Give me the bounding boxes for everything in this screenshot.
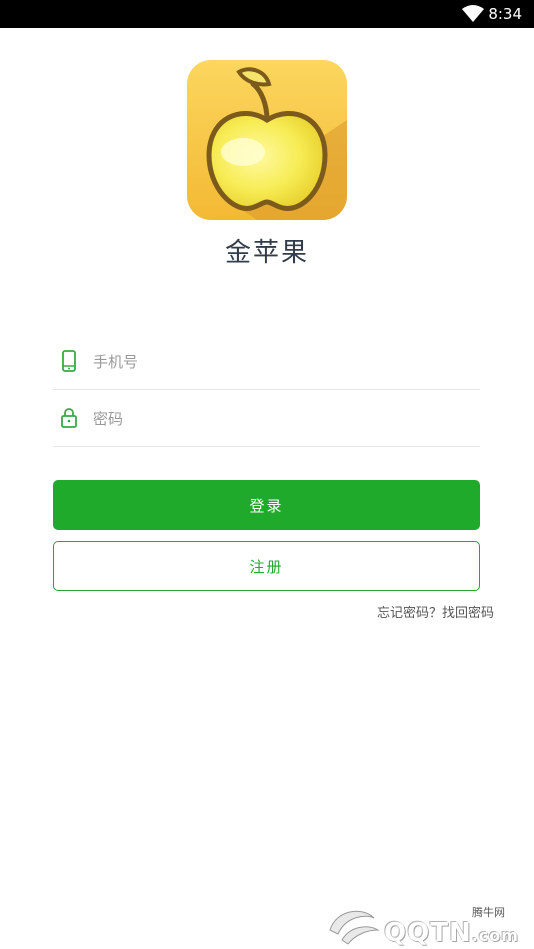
register-button[interactable]: 注册	[53, 541, 480, 591]
watermark-suffix: .com	[471, 926, 519, 945]
golden-apple-logo	[187, 60, 347, 220]
wifi-icon	[462, 5, 484, 22]
watermark-logo-icon	[329, 910, 380, 945]
phone-field[interactable]	[53, 333, 480, 390]
app-name: 金苹果	[224, 238, 309, 268]
phone-input[interactable]	[91, 347, 475, 377]
login-screen: 8:34 金苹果 手机号 登录 注册 忘记密码？找回密码 腾牛网 QQTN.co…	[0, 0, 534, 949]
status-time: 8:34	[488, 5, 522, 23]
login-button[interactable]: 登录	[53, 480, 480, 530]
lock-icon	[61, 408, 77, 428]
app-logo	[187, 60, 347, 220]
watermark-latin-text: QQTN	[384, 918, 472, 948]
status-bar: 8:34	[0, 0, 534, 28]
forgot-password-link[interactable]: 忘记密码？找回密码	[377, 602, 494, 621]
password-input[interactable]	[91, 404, 475, 434]
watermark-latin: QQTN.com	[384, 918, 519, 948]
watermark: 腾牛网 QQTN.com	[322, 900, 532, 948]
password-field[interactable]	[53, 390, 480, 447]
phone-icon	[62, 350, 76, 372]
